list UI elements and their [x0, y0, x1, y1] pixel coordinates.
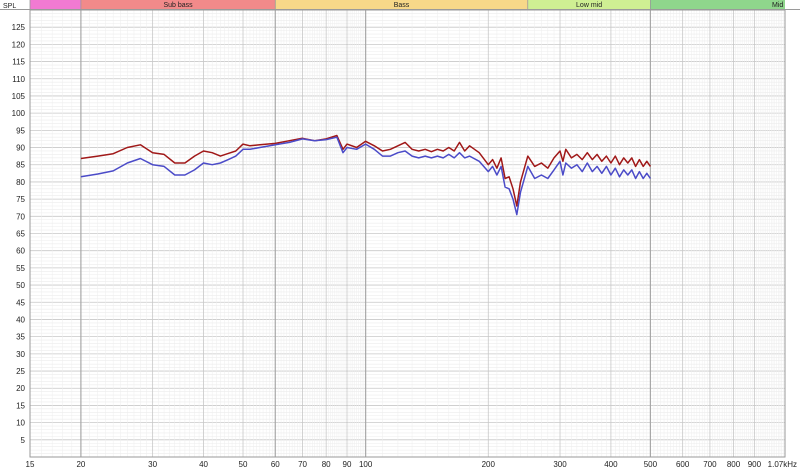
frequency-response-chart: Sub bass Bass Low mid Mid 5 10 15 20 25 30 35 40 45… — [0, 0, 800, 471]
y-tick-label: 75 — [16, 195, 25, 204]
x-tick-label: 700 — [703, 460, 717, 469]
y-tick-label: 115 — [12, 58, 25, 67]
band-0 — [30, 0, 81, 9]
x-tick-label: 600 — [676, 460, 690, 469]
y-axis-label: SPL — [3, 3, 16, 10]
x-tick-label: 15 — [26, 460, 35, 469]
y-tick-label: 105 — [12, 92, 26, 101]
y-tick-label: 45 — [16, 298, 25, 307]
band-label: Sub bass — [163, 2, 193, 9]
y-tick-label: 85 — [16, 161, 25, 170]
x-tick-label: 800 — [727, 460, 741, 469]
y-tick-label: 50 — [16, 281, 25, 290]
band-label: Mid — [772, 2, 783, 9]
band-label: Bass — [394, 2, 410, 9]
x-tick-label: 200 — [482, 460, 496, 469]
y-tick-label: 80 — [16, 178, 25, 187]
x-tick-label: 70 — [298, 460, 307, 469]
x-tick-label: 400 — [604, 460, 618, 469]
y-tick-label: 10 — [16, 419, 25, 428]
y-tick-label: 55 — [16, 264, 25, 273]
y-tick-label: 90 — [16, 144, 25, 153]
x-tick-label: 90 — [343, 460, 352, 469]
x-tick-label: 50 — [239, 460, 248, 469]
x-tick-label: 20 — [76, 460, 85, 469]
frequency-band-header: Sub bass Bass Low mid Mid — [0, 0, 800, 10]
x-tick-label: 30 — [148, 460, 157, 469]
y-tick-label: 120 — [12, 40, 26, 49]
y-tick-label: 100 — [12, 109, 26, 118]
x-tick-label: 40 — [199, 460, 208, 469]
y-tick-label: 40 — [16, 315, 25, 324]
y-tick-label: 35 — [16, 333, 25, 342]
band-4 — [650, 0, 785, 9]
y-tick-label: 70 — [16, 212, 25, 221]
x-tick-label: 1.07kHz — [768, 460, 797, 469]
y-tick-label: 110 — [12, 75, 25, 84]
y-tick-label: 95 — [16, 126, 25, 135]
y-tick-label: 5 — [21, 436, 26, 445]
x-tick-label: 500 — [644, 460, 658, 469]
y-tick-label: 20 — [16, 384, 25, 393]
y-tick-label: 25 — [16, 367, 25, 376]
band-label: Low mid — [576, 2, 602, 9]
x-tick-label: 60 — [271, 460, 280, 469]
x-tick-label: 900 — [748, 460, 762, 469]
x-tick-label: 80 — [322, 460, 331, 469]
x-tick-label: 100 — [359, 460, 373, 469]
x-tick-label: 300 — [553, 460, 567, 469]
y-tick-label: 15 — [16, 401, 25, 410]
y-tick-label: 65 — [16, 230, 25, 239]
y-tick-label: 60 — [16, 247, 25, 256]
y-tick-label: 125 — [12, 23, 26, 32]
y-tick-label: 30 — [16, 350, 25, 359]
